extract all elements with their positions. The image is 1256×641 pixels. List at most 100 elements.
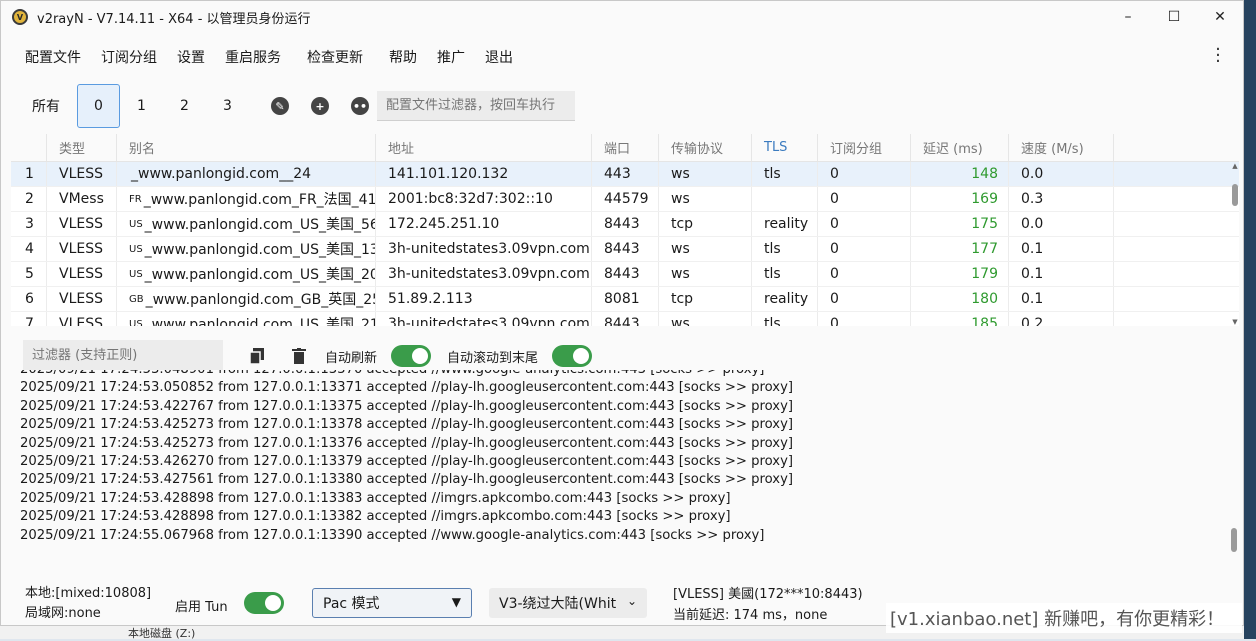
header-port[interactable]: 端口 <box>592 134 659 161</box>
maximize-button[interactable]: ☐ <box>1151 1 1197 33</box>
header-alias[interactable]: 别名 <box>117 134 376 161</box>
cell-address: 3h-unitedstates3.09vpn.com <box>376 312 592 326</box>
lan-info: 局域网:none <box>25 606 101 621</box>
tab-group-1[interactable]: 1 <box>120 84 163 128</box>
cell-port: 44579 <box>592 187 659 211</box>
header-address[interactable]: 地址 <box>376 134 592 161</box>
cell-tls: tls <box>752 312 818 326</box>
edit-icon[interactable]: ✎ <box>271 97 289 115</box>
cell-address: 51.89.2.113 <box>376 287 592 311</box>
log-scroll-thumb[interactable] <box>1231 528 1237 552</box>
scroll-up-icon[interactable]: ▲ <box>1231 162 1239 170</box>
menu-subscriptions[interactable]: 订阅分组 <box>91 47 167 67</box>
cell-delay: 185 <box>911 312 1009 326</box>
log-line: 2025/09/21 17:24:53.427561 from 127.0.0.… <box>20 472 794 488</box>
cell-alias: GB _www.panlongid.com_GB_英国_25 <box>117 287 376 311</box>
cell-port: 8443 <box>592 262 659 286</box>
table-row[interactable]: 6 VLESS GB _www.panlongid.com_GB_英国_25 51… <box>11 287 1239 312</box>
log-output[interactable]: 2025/09/21 17:24:53.048901 from 127.0.0.… <box>11 370 1239 560</box>
log-line: 2025/09/21 17:24:53.426270 from 127.0.0.… <box>20 454 794 470</box>
cell-speed: 0.1 <box>1009 237 1114 261</box>
cell-index: 4 <box>11 237 47 261</box>
cell-address: 3h-unitedstates3.09vpn.com <box>376 237 592 261</box>
table-row[interactable]: 7 VLESS US _www.panlongid.com_US_美国_21 3h… <box>11 312 1239 326</box>
header-speed[interactable]: 速度 (M/s) <box>1009 134 1114 161</box>
routing-select[interactable]: V3-绕过大陆(Whit ⌄ <box>489 588 647 618</box>
log-scrollbar[interactable] <box>1231 370 1237 560</box>
header-transport[interactable]: 传输协议 <box>659 134 752 161</box>
title-bar[interactable]: V v2rayN - V7.14.11 - X64 - 以管理员身份运行 – ☐… <box>1 1 1243 33</box>
log-line: 2025/09/21 17:24:55.067968 from 127.0.0.… <box>20 527 765 543</box>
tab-group-2[interactable]: 2 <box>163 84 206 128</box>
chevron-down-icon: ▼ <box>451 595 461 609</box>
cell-tls <box>752 187 818 211</box>
cell-speed: 0.1 <box>1009 287 1114 311</box>
table-row[interactable]: 2 VMess FR _www.panlongid.com_FR_法国_415 2… <box>11 187 1239 212</box>
table-row[interactable]: 5 VLESS US _www.panlongid.com_US_美国_20 3h… <box>11 262 1239 287</box>
cell-type: VLESS <box>47 262 117 286</box>
log-line: 2025/09/21 17:24:53.428898 from 127.0.0.… <box>20 490 731 506</box>
table-row[interactable]: 4 VLESS US _www.panlongid.com_US_美国_13 3h… <box>11 237 1239 262</box>
more-options-icon[interactable]: · · · <box>1215 41 1221 71</box>
more-groups-icon[interactable]: •• <box>351 97 369 115</box>
cell-transport: tcp <box>659 287 752 311</box>
header-delay[interactable]: 延迟 (ms) <box>911 134 1009 161</box>
table-row[interactable]: 1 VLESS _www.panlongid.com__24 141.101.1… <box>11 162 1239 187</box>
log-line: 2025/09/21 17:24:53.048901 from 127.0.0.… <box>11 370 1239 379</box>
auto-refresh-label: 自动刷新 <box>325 350 378 366</box>
header-tls[interactable]: TLS <box>752 134 818 161</box>
scroll-down-icon[interactable]: ▼ <box>1231 318 1239 326</box>
cell-transport: ws <box>659 237 752 261</box>
cell-type: VLESS <box>47 237 117 261</box>
profile-filter-input[interactable] <box>377 91 575 121</box>
cell-filler <box>1114 287 1239 311</box>
cell-port: 443 <box>592 162 659 186</box>
menu-check-update[interactable]: 检查更新 <box>297 47 373 67</box>
v2rayn-logo-icon: V <box>12 9 28 25</box>
cell-port: 8081 <box>592 287 659 311</box>
copy-icon[interactable] <box>249 348 265 364</box>
group-tabs: 所有 0 1 2 3 ✎ + •• <box>23 84 369 128</box>
log-filter-input[interactable] <box>23 340 223 372</box>
cell-transport: ws <box>659 162 752 186</box>
cell-subscription: 0 <box>818 237 911 261</box>
cell-subscription: 0 <box>818 287 911 311</box>
table-scroll-thumb[interactable] <box>1232 184 1238 206</box>
cell-speed: 0.3 <box>1009 187 1114 211</box>
tab-group-3[interactable]: 3 <box>206 84 249 128</box>
menu-help[interactable]: 帮助 <box>379 47 427 67</box>
delete-icon[interactable] <box>291 348 307 364</box>
cell-filler <box>1114 237 1239 261</box>
cell-alias: FR _www.panlongid.com_FR_法国_415 <box>117 187 376 211</box>
close-button[interactable]: ✕ <box>1197 1 1243 33</box>
add-icon[interactable]: + <box>311 97 329 115</box>
table-row[interactable]: 3 VLESS US _www.panlongid.com_US_美国_56 17… <box>11 212 1239 237</box>
header-type[interactable]: 类型 <box>47 134 117 161</box>
proxy-mode-select[interactable]: Pac 模式 ▼ <box>312 588 472 618</box>
cell-port: 8443 <box>592 237 659 261</box>
desktop-background <box>1244 0 1256 639</box>
tab-all[interactable]: 所有 <box>23 84 69 128</box>
cell-subscription: 0 <box>818 162 911 186</box>
table-scrollbar[interactable]: ▲ ▼ <box>1231 162 1239 326</box>
menu-exit[interactable]: 退出 <box>475 47 523 67</box>
menu-settings[interactable]: 设置 <box>167 47 215 67</box>
alias-text: _www.panlongid.com_US_美国_13 <box>144 242 376 258</box>
cell-tls: reality <box>752 287 818 311</box>
country-prefix: FR <box>129 193 142 205</box>
auto-scroll-toggle[interactable] <box>552 345 593 367</box>
header-subscription[interactable]: 订阅分组 <box>818 134 911 161</box>
server-table: 类型 别名 地址 端口 传输协议 TLS 订阅分组 延迟 (ms) 速度 (M/… <box>11 134 1239 326</box>
cell-transport: ws <box>659 262 752 286</box>
auto-refresh-toggle[interactable] <box>391 345 432 367</box>
menu-profiles[interactable]: 配置文件 <box>15 47 91 67</box>
tun-toggle[interactable] <box>244 592 284 614</box>
tab-group-0[interactable]: 0 <box>77 84 120 128</box>
cell-transport: tcp <box>659 212 752 236</box>
alias-text: _www.panlongid.com__24 <box>131 166 312 182</box>
watermark: [v1.xianbao.net] 新赚吧，有你更精彩！ <box>886 603 1242 633</box>
menu-restart-service[interactable]: 重启服务 <box>215 47 291 67</box>
minimize-button[interactable]: – <box>1105 1 1151 33</box>
header-index <box>11 134 47 161</box>
menu-promotion[interactable]: 推广 <box>427 47 475 67</box>
